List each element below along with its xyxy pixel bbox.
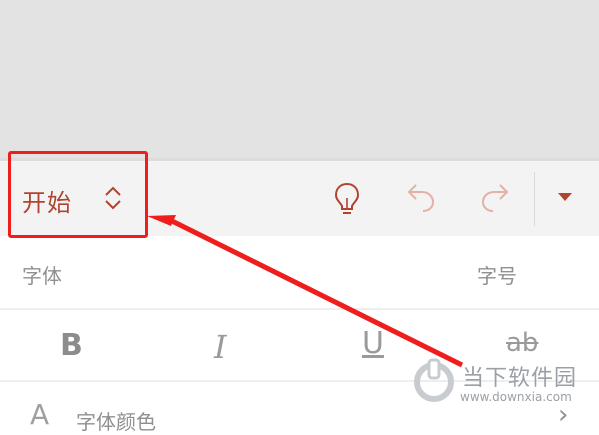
watermark-logo-icon xyxy=(414,358,454,402)
watermark-text: 当下软件园 xyxy=(462,366,578,391)
watermark-url: www.downxia.com xyxy=(460,390,572,404)
